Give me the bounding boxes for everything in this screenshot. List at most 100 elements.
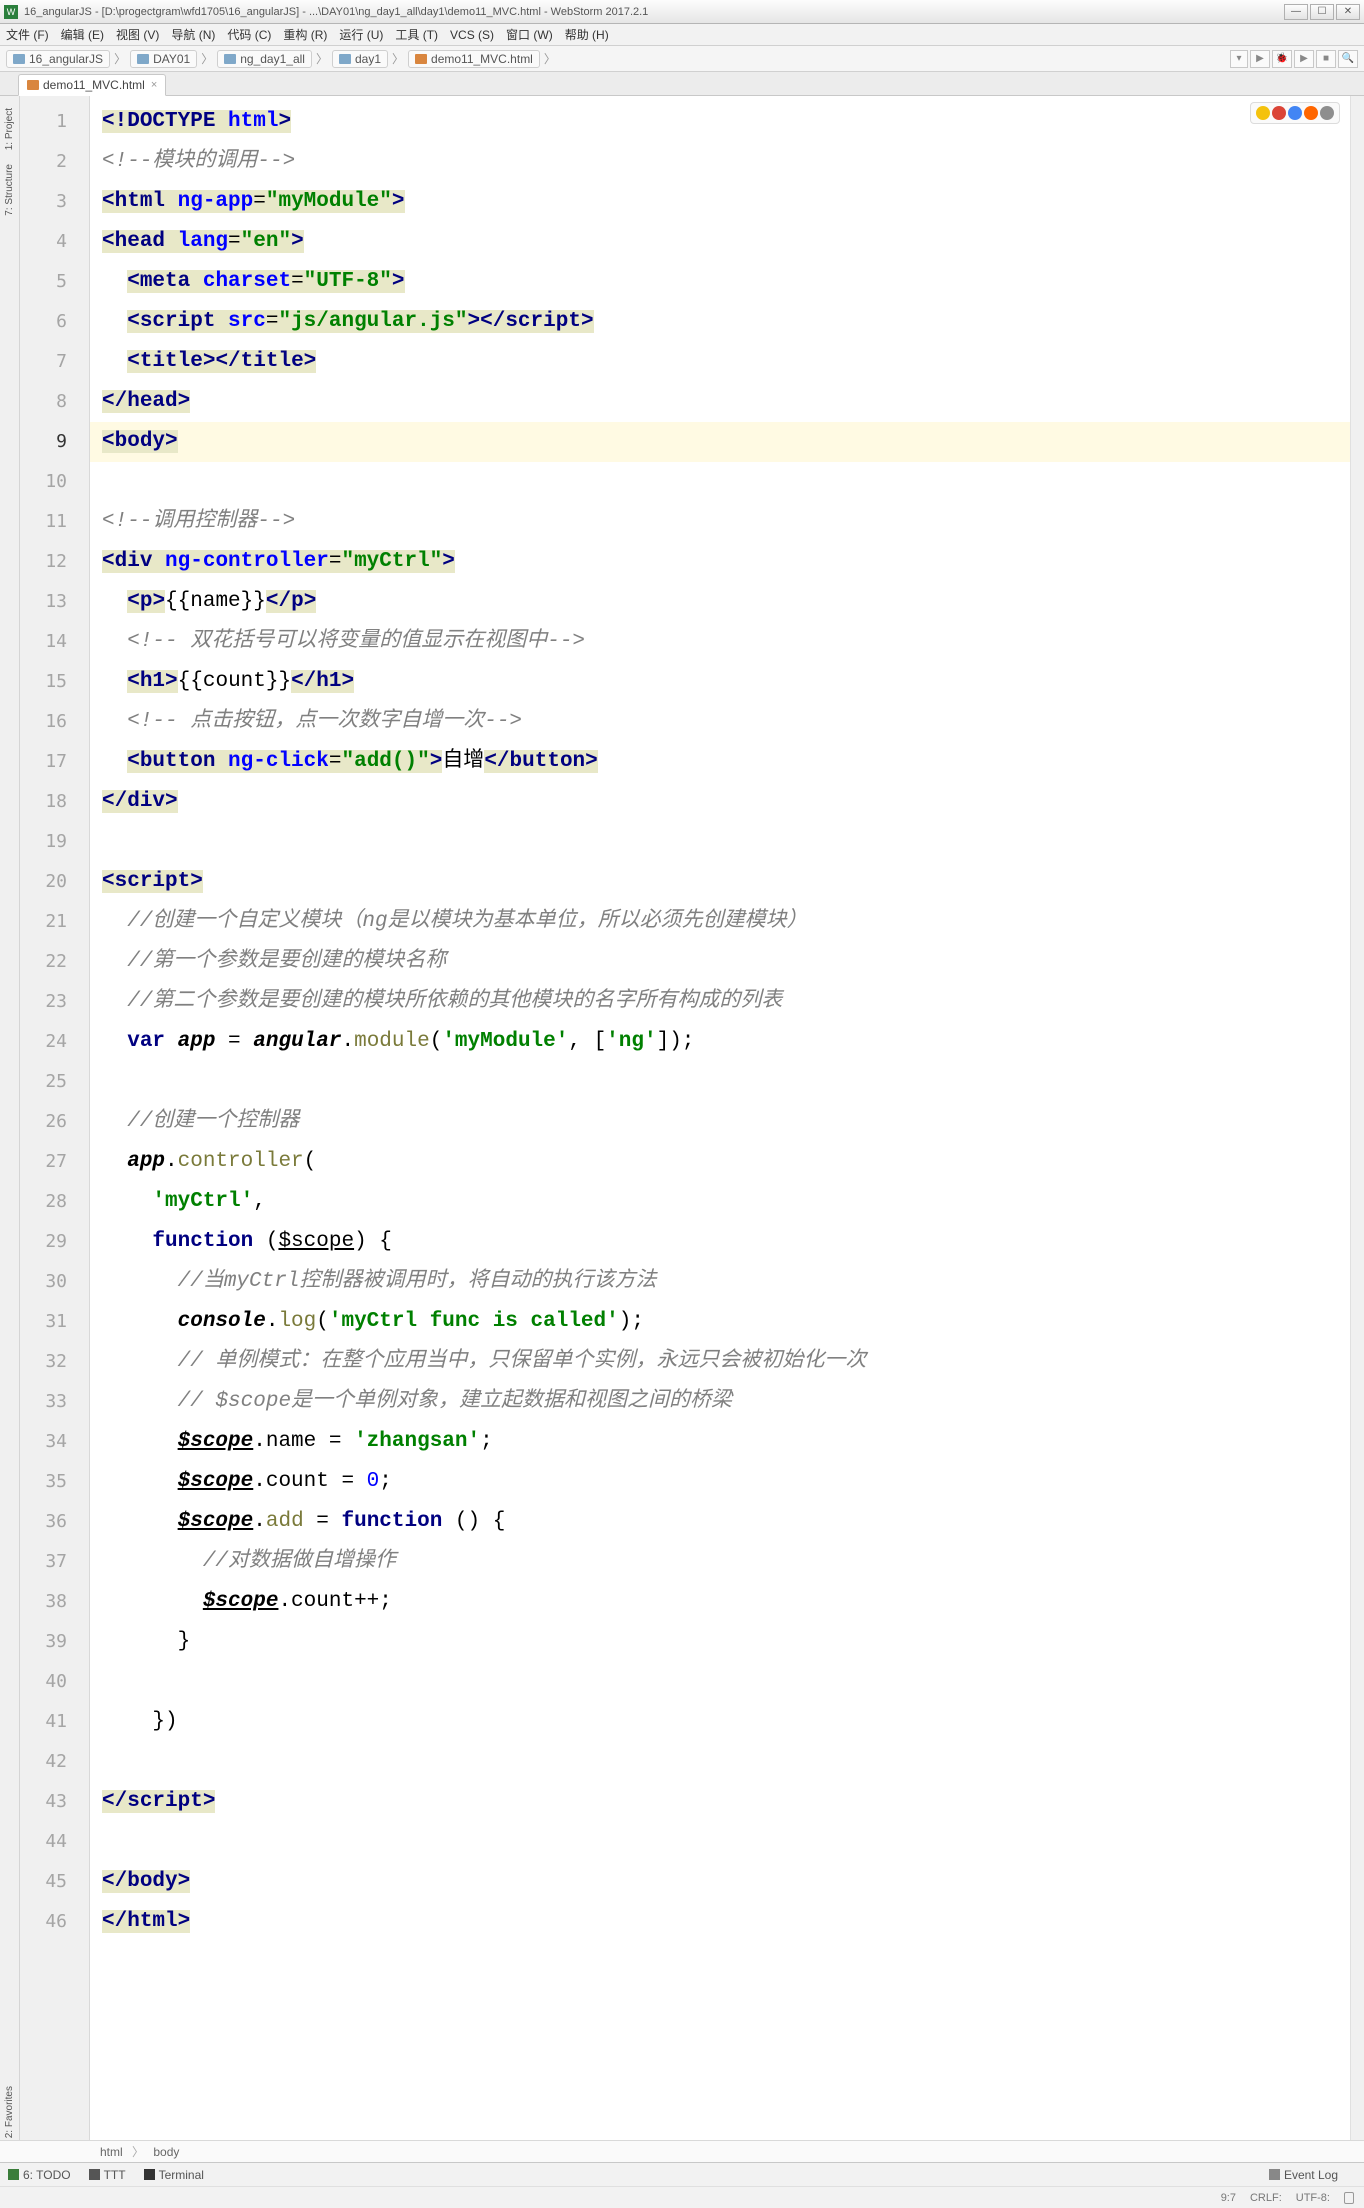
error-stripe[interactable] xyxy=(1350,96,1364,2140)
menu-bar[interactable]: 文件 (F)编辑 (E)视图 (V)导航 (N)代码 (C)重构 (R)运行 (… xyxy=(0,24,1364,46)
tool-terminal[interactable]: Terminal xyxy=(144,2168,204,2182)
line-number[interactable]: 12 xyxy=(20,542,89,582)
breadcrumb-item[interactable]: ng_day1_all xyxy=(217,50,312,68)
coverage-button[interactable]: ▶ xyxy=(1294,50,1314,68)
code-line[interactable]: //第二个参数是要创建的模块所依赖的其他模块的名字所有构成的列表 xyxy=(102,982,1350,1022)
line-number[interactable]: 20 xyxy=(20,862,89,902)
line-number[interactable]: 35 xyxy=(20,1462,89,1502)
line-number[interactable]: 7 xyxy=(20,342,89,382)
run-button[interactable]: ▶ xyxy=(1250,50,1270,68)
code-line[interactable] xyxy=(102,1822,1350,1862)
code-line[interactable]: <meta charset="UTF-8"> xyxy=(102,262,1350,302)
code-line[interactable]: <title></title> xyxy=(102,342,1350,382)
code-line[interactable]: $scope.name = 'zhangsan'; xyxy=(102,1422,1350,1462)
code-line[interactable]: //创建一个控制器 xyxy=(102,1102,1350,1142)
crumb-body[interactable]: body xyxy=(153,2145,179,2159)
line-number[interactable]: 43 xyxy=(20,1782,89,1822)
code-line[interactable]: <button ng-click="add()">自增</button> xyxy=(102,742,1350,782)
line-number[interactable]: 3 xyxy=(20,182,89,222)
stop-button[interactable]: ■ xyxy=(1316,50,1336,68)
code-line[interactable]: <!-- 双花括号可以将变量的值显示在视图中--> xyxy=(102,622,1350,662)
line-number[interactable]: 18 xyxy=(20,782,89,822)
search-everywhere-button[interactable]: 🔍 xyxy=(1338,50,1358,68)
line-number[interactable]: 24 xyxy=(20,1022,89,1062)
line-number[interactable]: 31 xyxy=(20,1302,89,1342)
line-number[interactable]: 46 xyxy=(20,1902,89,1942)
menu-item[interactable]: 文件 (F) xyxy=(6,26,49,43)
line-number[interactable]: 14 xyxy=(20,622,89,662)
code-line[interactable]: $scope.count = 0; xyxy=(102,1462,1350,1502)
readonly-lock-icon[interactable] xyxy=(1344,2192,1354,2204)
line-number[interactable]: 8 xyxy=(20,382,89,422)
debug-button[interactable]: 🐞 xyxy=(1272,50,1292,68)
menu-item[interactable]: 帮助 (H) xyxy=(565,26,609,43)
open-in-browser-icon[interactable] xyxy=(1320,106,1334,120)
maximize-button[interactable]: ☐ xyxy=(1310,4,1334,20)
line-number[interactable]: 19 xyxy=(20,822,89,862)
run-config-dropdown[interactable]: ▾ xyxy=(1230,50,1248,68)
code-line[interactable]: <div ng-controller="myCtrl"> xyxy=(102,542,1350,582)
line-number[interactable]: 40 xyxy=(20,1662,89,1702)
line-number[interactable]: 42 xyxy=(20,1742,89,1782)
code-line[interactable]: function ($scope) { xyxy=(102,1222,1350,1262)
line-number[interactable]: 17 xyxy=(20,742,89,782)
code-line[interactable]: //第一个参数是要创建的模块名称 xyxy=(102,942,1350,982)
code-line[interactable]: var app = angular.module('myModule', ['n… xyxy=(102,1022,1350,1062)
line-number[interactable]: 28 xyxy=(20,1182,89,1222)
line-number[interactable]: 34 xyxy=(20,1422,89,1462)
menu-item[interactable]: 窗口 (W) xyxy=(506,26,553,43)
tool-favorites[interactable]: 2: Favorites xyxy=(4,2084,15,2140)
code-line[interactable]: <!--调用控制器--> xyxy=(102,502,1350,542)
code-line[interactable]: <!DOCTYPE html> xyxy=(102,102,1350,142)
open-in-browser-icon[interactable] xyxy=(1304,106,1318,120)
code-line[interactable]: // 单例模式：在整个应用当中，只保留单个实例，永远只会被初始化一次 xyxy=(102,1342,1350,1382)
line-separator[interactable]: CRLF: xyxy=(1250,2192,1282,2204)
menu-item[interactable]: 工具 (T) xyxy=(395,26,438,43)
code-line[interactable] xyxy=(102,462,1350,502)
menu-item[interactable]: VCS (S) xyxy=(450,28,494,42)
crumb-html[interactable]: html xyxy=(100,2145,123,2159)
open-in-browser-icon[interactable] xyxy=(1272,106,1286,120)
line-number[interactable]: 33 xyxy=(20,1382,89,1422)
line-number[interactable]: 9 xyxy=(20,422,89,462)
code-line[interactable]: </body> xyxy=(102,1862,1350,1902)
code-line[interactable]: <p>{{name}}</p> xyxy=(102,582,1350,622)
line-number[interactable]: 11 xyxy=(20,502,89,542)
line-number[interactable]: 41 xyxy=(20,1702,89,1742)
menu-item[interactable]: 代码 (C) xyxy=(227,26,271,43)
line-number[interactable]: 29 xyxy=(20,1222,89,1262)
code-line[interactable]: <body> xyxy=(90,422,1350,462)
tool-ttt[interactable]: TTT xyxy=(89,2168,126,2182)
line-number[interactable]: 44 xyxy=(20,1822,89,1862)
code-line[interactable]: } xyxy=(102,1622,1350,1662)
line-number[interactable]: 27 xyxy=(20,1142,89,1182)
code-line[interactable]: </head> xyxy=(102,382,1350,422)
close-button[interactable]: ✕ xyxy=(1336,4,1360,20)
event-log[interactable]: Event Log xyxy=(1269,2168,1338,2182)
code-line[interactable] xyxy=(102,1662,1350,1702)
line-number[interactable]: 16 xyxy=(20,702,89,742)
line-number[interactable]: 6 xyxy=(20,302,89,342)
menu-item[interactable]: 编辑 (E) xyxy=(61,26,104,43)
code-line[interactable]: 'myCtrl', xyxy=(102,1182,1350,1222)
line-number[interactable]: 45 xyxy=(20,1862,89,1902)
code-line[interactable]: // $scope是一个单例对象，建立起数据和视图之间的桥梁 xyxy=(102,1382,1350,1422)
code-line[interactable]: //创建一个自定义模块（ng是以模块为基本单位，所以必须先创建模块） xyxy=(102,902,1350,942)
line-number[interactable]: 36 xyxy=(20,1502,89,1542)
breadcrumb-item[interactable]: demo11_MVC.html xyxy=(408,50,540,68)
code-line[interactable]: //对数据做自增操作 xyxy=(102,1542,1350,1582)
line-number[interactable]: 15 xyxy=(20,662,89,702)
breadcrumb-item[interactable]: 16_angularJS xyxy=(6,50,110,68)
code-line[interactable]: </div> xyxy=(102,782,1350,822)
code-line[interactable] xyxy=(102,1742,1350,1782)
tool-todo[interactable]: 6: TODO xyxy=(8,2168,71,2182)
editor-tab-demo11[interactable]: demo11_MVC.html × xyxy=(18,74,166,96)
left-tool-strip[interactable]: 1: Project 7: Structure 2: Favorites xyxy=(0,96,20,2140)
code-line[interactable]: <script src="js/angular.js"></script> xyxy=(102,302,1350,342)
line-number[interactable]: 22 xyxy=(20,942,89,982)
line-number[interactable]: 2 xyxy=(20,142,89,182)
line-number[interactable]: 4 xyxy=(20,222,89,262)
line-number[interactable]: 21 xyxy=(20,902,89,942)
line-number[interactable]: 23 xyxy=(20,982,89,1022)
tool-structure[interactable]: 7: Structure xyxy=(4,162,15,218)
